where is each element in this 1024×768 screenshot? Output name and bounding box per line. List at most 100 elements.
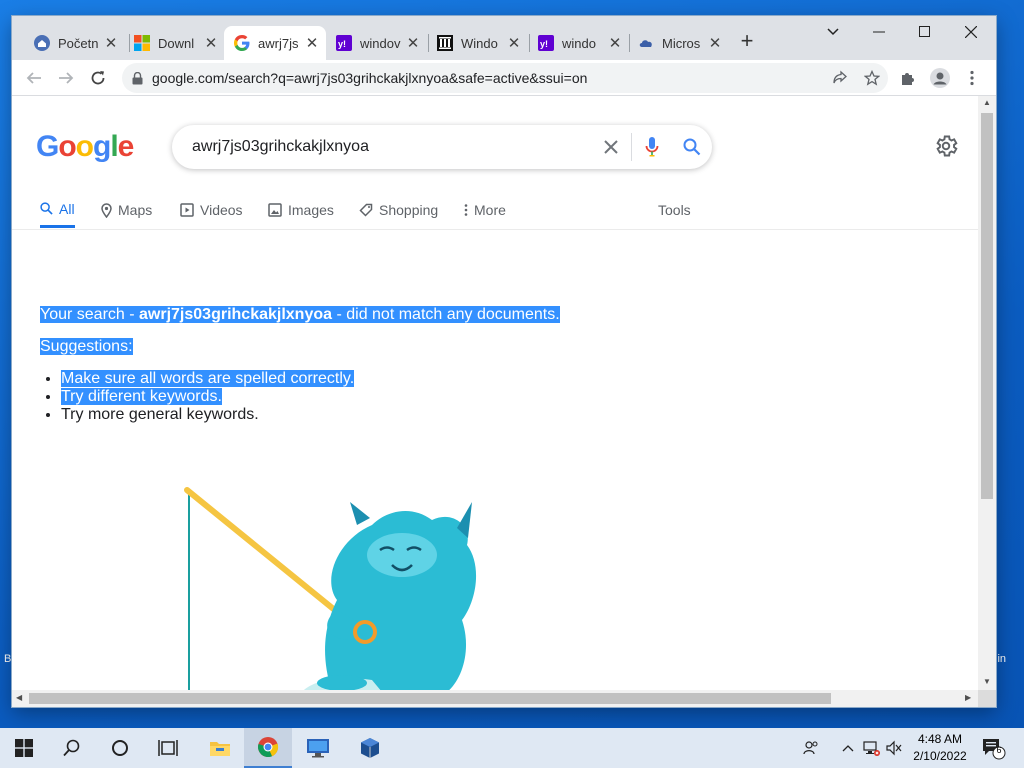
lock-icon[interactable] [122,71,152,85]
taskbar-search-button[interactable] [48,728,96,768]
url-text[interactable]: google.com/search?q=awrj7js03grihckakjlx… [152,70,824,86]
back-arrow-icon [26,72,41,84]
scroll-right-arrow[interactable]: ▶ [965,693,971,702]
clear-icon [604,140,618,154]
folder-icon [210,742,230,756]
start-button[interactable] [0,728,48,768]
search-input[interactable]: awrj7js03grihckakjlxnyoa [192,138,591,156]
maximize-button[interactable] [902,16,948,48]
scrollbar-corner [978,690,996,707]
pillars-icon [437,35,453,51]
taskbar-remote-desktop[interactable] [294,728,342,768]
tab-images[interactable]: Images [268,192,334,228]
google-logo[interactable]: Google [36,130,134,164]
tab-more[interactable]: More [464,192,506,228]
cortana-circle-icon [112,740,128,756]
tab-close-button[interactable]: ✕ [304,34,320,52]
search-icon [683,138,701,156]
forward-button[interactable] [52,64,80,92]
bookmark-star-icon[interactable] [856,70,888,86]
no-match-suffix: - did not match any documents. [332,306,560,323]
tab-close-button[interactable]: ✕ [405,34,421,52]
tab-maps[interactable]: Maps [101,192,152,228]
reload-icon [91,71,105,85]
tab-videos[interactable]: Videos [180,192,243,228]
extensions-button[interactable] [894,64,922,92]
scroll-down-arrow[interactable]: ▼ [983,677,991,686]
tab-pocetna[interactable]: Početn ✕ [24,26,125,60]
tab-microsoft[interactable]: Micros ✕ [628,26,729,60]
scroll-left-arrow[interactable]: ◀ [16,693,22,702]
tab-windows[interactable]: Windo ✕ [427,26,528,60]
share-icon[interactable] [824,70,856,86]
horizontal-scrollbar[interactable]: ◀ ▶ [12,690,978,707]
logo-letter: g [93,130,111,163]
logo-letter: l [110,130,118,163]
tab-all-label: All [59,200,75,217]
vertical-scroll-thumb[interactable] [981,113,993,499]
back-button[interactable] [20,64,48,92]
taskbar-virtualbox[interactable] [346,728,394,768]
tab-close-button[interactable]: ✕ [707,34,723,52]
tab-shopping[interactable]: Shopping [359,192,438,228]
desktop-icon-label-right[interactable]: in [997,653,1006,665]
tab-label: windo [562,35,596,51]
tools-label: Tools [658,202,691,218]
monitor-icon [307,739,329,758]
tab-download[interactable]: Downl ✕ [124,26,225,60]
show-hidden-icons-button[interactable] [836,728,860,768]
tab-label: awrj7js [258,35,299,51]
kebab-menu-icon [970,70,974,86]
windows-taskbar: 4:48 AM 2/10/2022 6 [0,728,1024,768]
tab-label: Windo [461,35,498,51]
profile-button[interactable] [926,64,954,92]
tab-label: Početn [58,35,99,51]
tab-all[interactable]: All [40,192,75,228]
search-submit-button[interactable] [672,127,712,167]
puzzle-icon [902,73,914,85]
desktop-icon-label-left[interactable]: B [4,653,11,665]
horizontal-scroll-thumb[interactable] [29,693,831,704]
tab-google-search[interactable]: awrj7js ✕ [224,26,326,60]
forward-arrow-icon [59,72,74,84]
close-window-button[interactable] [948,16,994,48]
clear-search-button[interactable] [591,127,631,167]
tab-close-button[interactable]: ✕ [506,34,522,52]
tab-yahoo-2[interactable]: y! windo ✕ [528,26,629,60]
search-box[interactable]: awrj7js03grihckakjlxnyoa [172,125,712,169]
play-icon [180,203,194,217]
taskbar-chrome[interactable] [244,728,292,768]
cortana-button[interactable] [96,728,144,768]
taskbar-file-explorer[interactable] [196,728,244,768]
settings-button[interactable] [933,133,959,159]
tab-close-button[interactable]: ✕ [607,34,623,52]
action-center-button[interactable]: 6 [980,736,1006,760]
search-tabs: All Maps Videos Images Shopping More Too… [12,192,978,230]
scroll-up-arrow[interactable]: ▲ [983,98,991,107]
volume-button[interactable] [882,728,906,768]
reload-button[interactable] [84,64,112,92]
tab-videos-label: Videos [200,202,243,218]
chrome-menu-button[interactable] [958,64,986,92]
tab-yahoo-1[interactable]: y! windov ✕ [326,26,427,60]
tab-close-button[interactable]: ✕ [203,34,219,52]
task-view-button[interactable] [144,728,192,768]
windows-logo-icon [15,739,33,757]
voice-search-button[interactable] [632,127,672,167]
tab-close-button[interactable]: ✕ [103,34,119,52]
minimize-button[interactable] [856,16,902,48]
new-tab-button[interactable]: + [735,30,759,54]
gear-icon [936,135,958,157]
search-icon [63,739,80,757]
address-bar[interactable]: google.com/search?q=awrj7js03grihckakjlx… [122,63,888,93]
minimize-icon [873,31,885,33]
vertical-scrollbar[interactable]: ▲ ▼ [978,96,996,690]
tab-search-button[interactable] [810,16,856,48]
people-button[interactable] [799,728,823,768]
taskbar-clock[interactable]: 4:48 AM 2/10/2022 [905,731,975,765]
network-status[interactable] [859,728,883,768]
suggestions-list: Make sure all words are spelled correctl… [61,370,560,424]
tools-button[interactable]: Tools [658,192,691,228]
suggestion-text: Make sure all words are spelled correctl… [61,370,355,387]
map-pin-icon [101,202,112,218]
